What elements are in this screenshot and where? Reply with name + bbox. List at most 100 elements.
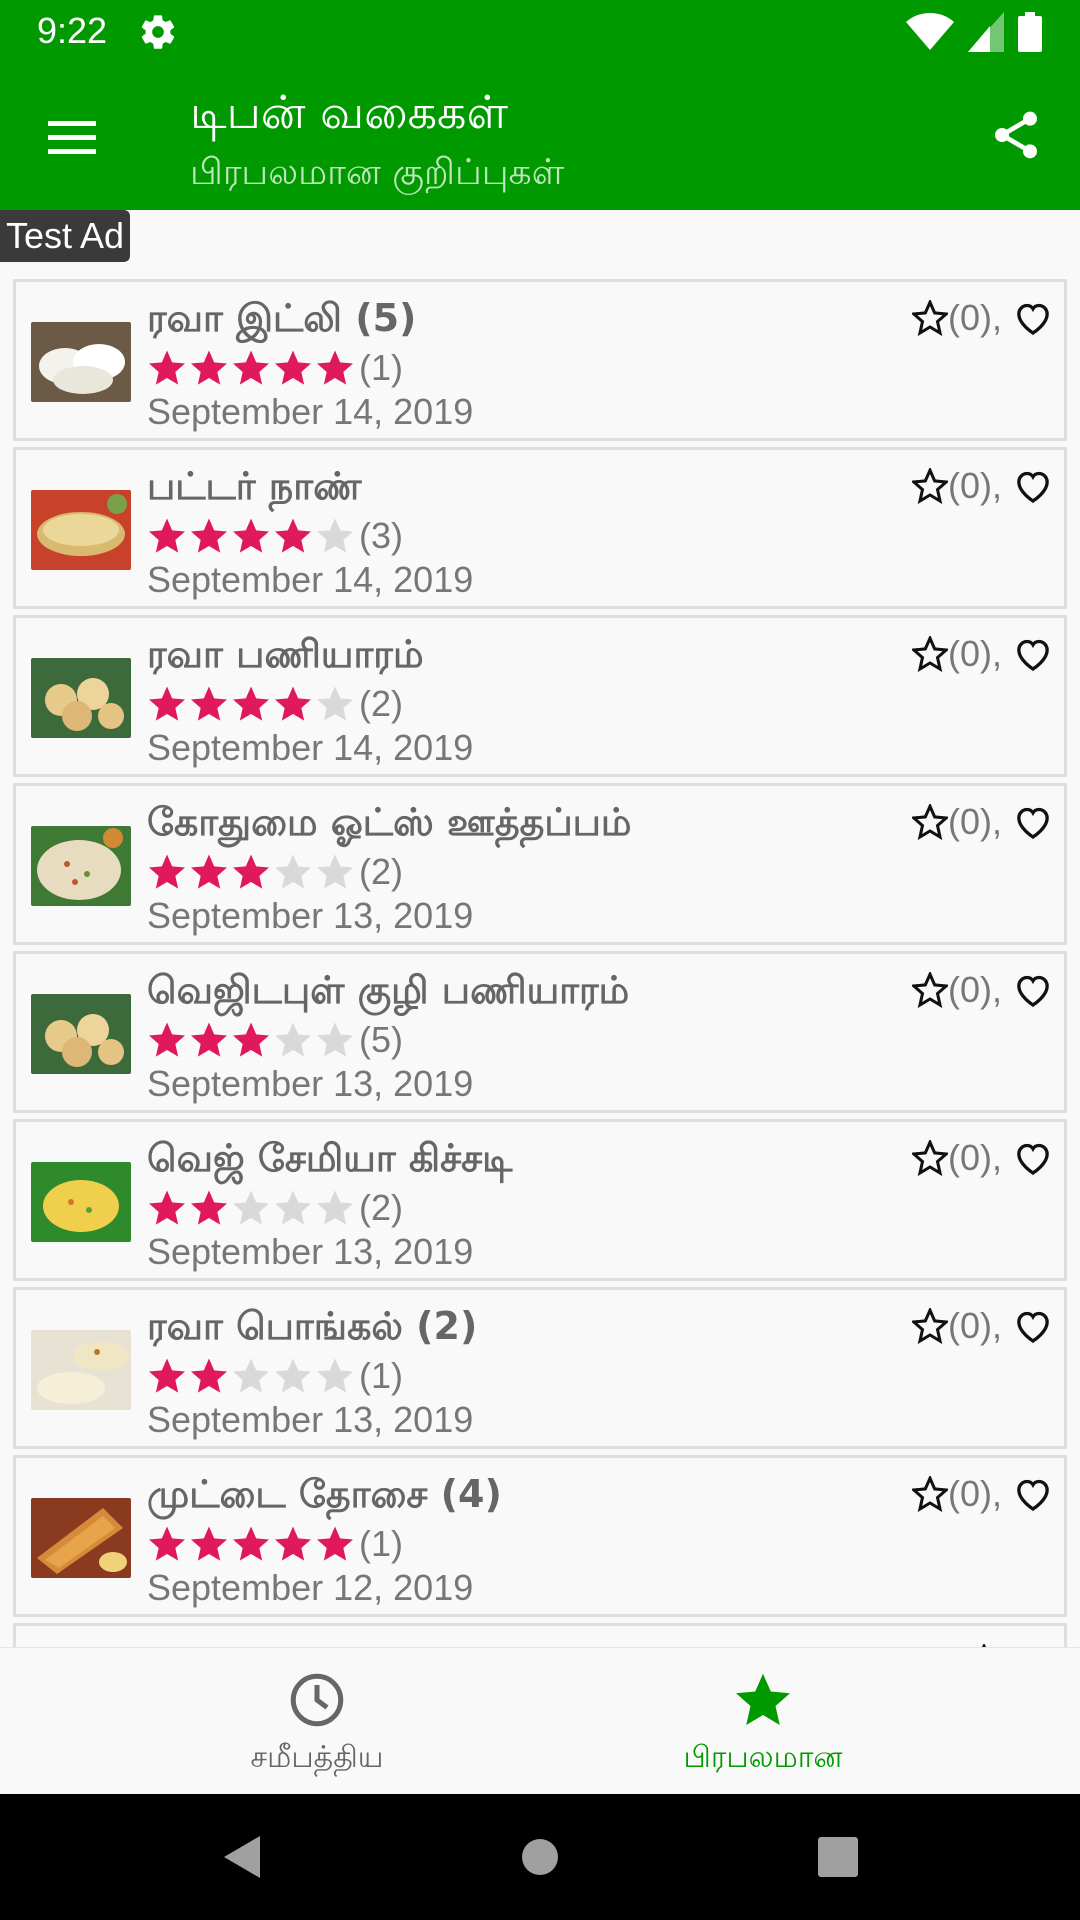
rating-star-icon bbox=[317, 1526, 353, 1561]
rating-count: (1) bbox=[359, 1355, 403, 1396]
nav-label-popular: பிரபலமான bbox=[683, 1740, 843, 1775]
recipe-image bbox=[31, 1330, 131, 1410]
bookmark-count: (0), bbox=[948, 969, 1002, 1010]
bookmark-star-icon[interactable] bbox=[912, 804, 948, 840]
bookmark-star-icon[interactable] bbox=[912, 972, 948, 1008]
rating-star-icon bbox=[149, 1022, 185, 1057]
rating-star-icon bbox=[149, 1190, 185, 1225]
recipe-card[interactable] bbox=[13, 1623, 1067, 1647]
rating-star-icon bbox=[317, 1190, 353, 1225]
rating-star-icon bbox=[275, 518, 311, 553]
rating-star-icon bbox=[149, 1526, 185, 1561]
recipe-date: September 13, 2019 bbox=[147, 895, 474, 936]
recipe-actions: (0), bbox=[912, 296, 1054, 340]
bookmark-count: (0), bbox=[948, 633, 1002, 674]
recipe-card[interactable]: முட்டை தோசை (4) (1) September 12, 2019 (0), bbox=[13, 1455, 1067, 1617]
cellular-signal-icon bbox=[968, 12, 1004, 52]
recipe-title: பட்டர் நாண் bbox=[147, 464, 362, 508]
rating-count: (5) bbox=[359, 1019, 403, 1060]
nav-item-popular[interactable]: பிரபலமான bbox=[493, 1648, 1033, 1795]
recipe-rating: (1) bbox=[147, 346, 403, 390]
favorite-heart-icon[interactable] bbox=[1012, 1474, 1054, 1514]
rating-count: (1) bbox=[359, 347, 403, 388]
favorite-heart-icon[interactable] bbox=[1012, 466, 1054, 506]
favorite-heart-icon[interactable] bbox=[1012, 298, 1054, 338]
bookmark-count: (0), bbox=[948, 297, 1002, 338]
recipe-title: கோதுமை ஓட்ஸ் ஊத்தப்பம் bbox=[147, 800, 632, 844]
rating-star-icon bbox=[317, 1022, 353, 1057]
recipe-date: September 13, 2019 bbox=[147, 1399, 474, 1440]
rating-star-icon bbox=[233, 1526, 269, 1561]
rating-star-icon bbox=[275, 350, 311, 385]
recipe-actions: (0), bbox=[912, 464, 1054, 508]
home-icon[interactable] bbox=[480, 1794, 600, 1920]
rating-star-icon bbox=[191, 518, 227, 553]
status-bar: 9:22 bbox=[0, 0, 1080, 63]
recipe-actions: (0), bbox=[912, 800, 1054, 844]
recipe-card[interactable]: ரவா பணியாரம் (2) September 14, 2019 (0), bbox=[13, 615, 1067, 777]
recipe-image bbox=[31, 658, 131, 738]
page-subtitle: பிரபலமான குறிப்புகள் bbox=[190, 152, 565, 193]
recipe-card[interactable]: வெஜிடபுள் குழி பணியாரம் (5) September 13, … bbox=[13, 951, 1067, 1113]
status-time: 9:22 bbox=[37, 10, 108, 51]
recipe-list[interactable]: ரவா இட்லி (5) (1) September 14, 2019 (0), பட… bbox=[0, 275, 1080, 1647]
rating-star-icon bbox=[149, 1358, 185, 1393]
recipe-image bbox=[31, 826, 131, 906]
rating-star-icon bbox=[233, 686, 269, 721]
recipe-card[interactable]: வெஜ் சேமியா கிச்சடி (2) September 13, 2019… bbox=[13, 1119, 1067, 1281]
battery-icon bbox=[1018, 12, 1042, 52]
bookmark-count: (0), bbox=[948, 1137, 1002, 1178]
recipe-image bbox=[31, 1162, 131, 1242]
rating-star-icon bbox=[191, 686, 227, 721]
favorite-heart-icon[interactable] bbox=[1012, 634, 1054, 674]
rating-star-icon bbox=[149, 350, 185, 385]
recipe-actions: (0), bbox=[912, 1472, 1054, 1516]
bookmark-star-icon[interactable] bbox=[912, 1308, 948, 1344]
recipe-card[interactable]: ரவா இட்லி (5) (1) September 14, 2019 (0), bbox=[13, 279, 1067, 441]
rating-star-icon bbox=[191, 1190, 227, 1225]
recipe-title: வெஜிடபுள் குழி பணியாரம் bbox=[147, 968, 630, 1012]
status-icons bbox=[906, 12, 1042, 52]
rating-count: (1) bbox=[359, 1523, 403, 1564]
favorite-heart-icon[interactable] bbox=[1012, 970, 1054, 1010]
recipe-date: September 14, 2019 bbox=[147, 391, 474, 432]
bookmark-star-icon[interactable] bbox=[912, 300, 948, 336]
back-icon[interactable] bbox=[180, 1794, 300, 1920]
share-icon[interactable] bbox=[988, 105, 1044, 165]
rating-star-icon bbox=[149, 854, 185, 889]
recipe-title: முட்டை தோசை (4) bbox=[147, 1472, 502, 1516]
recipe-date: September 13, 2019 bbox=[147, 1063, 474, 1104]
bookmark-star-icon[interactable] bbox=[912, 636, 948, 672]
recipe-title: ரவா இட்லி (5) bbox=[147, 296, 417, 340]
test-ad-banner[interactable]: Test Ad bbox=[0, 210, 131, 262]
rating-star-icon bbox=[233, 1022, 269, 1057]
rating-star-icon bbox=[275, 1358, 311, 1393]
rating-star-icon bbox=[233, 518, 269, 553]
rating-star-icon bbox=[317, 686, 353, 721]
recipe-card[interactable]: பட்டர் நாண் (3) September 14, 2019 (0), bbox=[13, 447, 1067, 609]
recipe-actions: (0), bbox=[912, 968, 1054, 1012]
bookmark-count: (0), bbox=[948, 1473, 1002, 1514]
favorite-heart-icon[interactable] bbox=[1012, 1138, 1054, 1178]
recipe-card[interactable]: கோதுமை ஓட்ஸ் ஊத்தப்பம் (2) September 13, 2… bbox=[13, 783, 1067, 945]
menu-hamburger-icon[interactable] bbox=[44, 115, 100, 159]
bookmark-star-icon[interactable] bbox=[912, 1476, 948, 1512]
recipe-date: September 14, 2019 bbox=[147, 727, 474, 768]
rating-star-icon bbox=[233, 854, 269, 889]
favorite-heart-icon[interactable] bbox=[1012, 1306, 1054, 1346]
clock-icon bbox=[290, 1673, 344, 1727]
favorite-heart-icon[interactable] bbox=[1012, 802, 1054, 842]
rating-star-icon bbox=[317, 1358, 353, 1393]
system-navigation-bar bbox=[0, 1794, 1080, 1920]
rating-star-icon bbox=[233, 1190, 269, 1225]
recents-icon[interactable] bbox=[778, 1794, 898, 1920]
bookmark-star-icon[interactable] bbox=[912, 468, 948, 504]
recipe-card[interactable]: ரவா பொங்கல் (2) (1) September 13, 2019 (0), bbox=[13, 1287, 1067, 1449]
rating-star-icon bbox=[275, 1526, 311, 1561]
app-bar: டிபன் வகைகள் பிரபலமான குறிப்புகள் bbox=[0, 63, 1080, 210]
wifi-icon bbox=[906, 13, 954, 50]
rating-star-icon bbox=[191, 350, 227, 385]
rating-star-icon bbox=[317, 350, 353, 385]
page-title: டிபன் வகைகள் bbox=[190, 85, 508, 139]
bookmark-star-icon[interactable] bbox=[912, 1140, 948, 1176]
